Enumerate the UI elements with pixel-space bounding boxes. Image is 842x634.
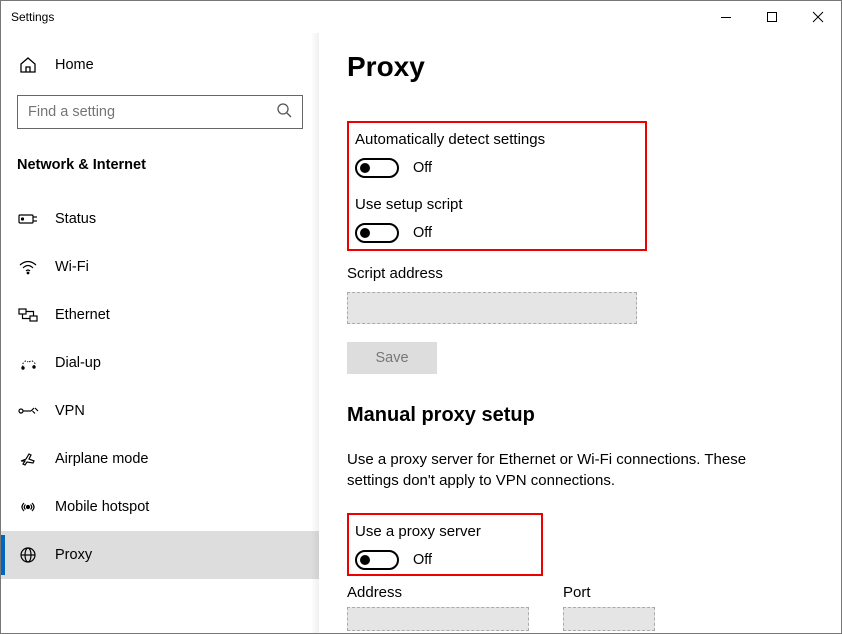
use-proxy-label: Use a proxy server bbox=[355, 523, 481, 540]
wifi-icon bbox=[17, 260, 39, 274]
sidebar-item-wifi[interactable]: Wi-Fi bbox=[1, 243, 319, 291]
minimize-button[interactable] bbox=[703, 1, 749, 33]
maximize-button[interactable] bbox=[749, 1, 795, 33]
search-input[interactable] bbox=[28, 104, 292, 120]
window-controls bbox=[703, 1, 841, 33]
script-address-input bbox=[347, 292, 637, 324]
address-label: Address bbox=[347, 584, 529, 601]
manual-section-title: Manual proxy setup bbox=[347, 404, 813, 427]
ethernet-icon bbox=[17, 308, 39, 322]
sidebar-item-label: Ethernet bbox=[55, 307, 110, 323]
highlight-box-auto: Automatically detect settings Off Use se… bbox=[347, 121, 647, 251]
sidebar-item-label: Dial-up bbox=[55, 355, 101, 371]
page-title: Proxy bbox=[347, 51, 813, 83]
airplane-icon bbox=[17, 451, 39, 467]
category-header: Network & Internet bbox=[1, 147, 319, 195]
sidebar: Home Network & Internet Status Wi-Fi Eth… bbox=[1, 33, 319, 633]
sidebar-item-ethernet[interactable]: Ethernet bbox=[1, 291, 319, 339]
highlight-box-manual: Use a proxy server Off bbox=[347, 513, 543, 576]
hotspot-icon bbox=[17, 499, 39, 515]
sidebar-item-dialup[interactable]: Dial-up bbox=[1, 339, 319, 387]
sidebar-item-proxy[interactable]: Proxy bbox=[1, 531, 319, 579]
use-proxy-state: Off bbox=[413, 552, 432, 568]
address-input bbox=[347, 607, 529, 631]
use-proxy-toggle[interactable] bbox=[355, 550, 399, 570]
sidebar-item-label: Airplane mode bbox=[55, 451, 149, 467]
window-title: Settings bbox=[11, 10, 703, 24]
script-address-label: Script address bbox=[347, 265, 813, 282]
home-nav[interactable]: Home bbox=[1, 45, 319, 85]
sidebar-item-label: Status bbox=[55, 211, 96, 227]
use-script-toggle[interactable] bbox=[355, 223, 399, 243]
sidebar-item-label: VPN bbox=[55, 403, 85, 419]
search-box[interactable] bbox=[17, 95, 303, 129]
status-icon bbox=[17, 212, 39, 226]
auto-detect-state: Off bbox=[413, 160, 432, 176]
use-script-label: Use setup script bbox=[355, 196, 545, 213]
titlebar: Settings bbox=[1, 1, 841, 33]
search-icon bbox=[276, 102, 292, 123]
save-button: Save bbox=[347, 342, 437, 374]
sidebar-item-vpn[interactable]: VPN bbox=[1, 387, 319, 435]
proxy-icon bbox=[17, 547, 39, 563]
close-button[interactable] bbox=[795, 1, 841, 33]
sidebar-item-label: Wi-Fi bbox=[55, 259, 89, 275]
sidebar-item-label: Mobile hotspot bbox=[55, 499, 149, 515]
auto-detect-toggle[interactable] bbox=[355, 158, 399, 178]
vpn-icon bbox=[17, 405, 39, 417]
sidebar-item-hotspot[interactable]: Mobile hotspot bbox=[1, 483, 319, 531]
port-input bbox=[563, 607, 655, 631]
home-label: Home bbox=[55, 57, 94, 73]
content-pane: Proxy Automatically detect settings Off … bbox=[319, 33, 841, 633]
sidebar-item-status[interactable]: Status bbox=[1, 195, 319, 243]
sidebar-item-airplane[interactable]: Airplane mode bbox=[1, 435, 319, 483]
use-script-state: Off bbox=[413, 225, 432, 241]
sidebar-item-label: Proxy bbox=[55, 547, 92, 563]
manual-section-desc: Use a proxy server for Ethernet or Wi-Fi… bbox=[347, 449, 797, 491]
dialup-icon bbox=[17, 356, 39, 370]
auto-detect-label: Automatically detect settings bbox=[355, 131, 545, 148]
home-icon bbox=[17, 57, 39, 73]
port-label: Port bbox=[563, 584, 655, 601]
